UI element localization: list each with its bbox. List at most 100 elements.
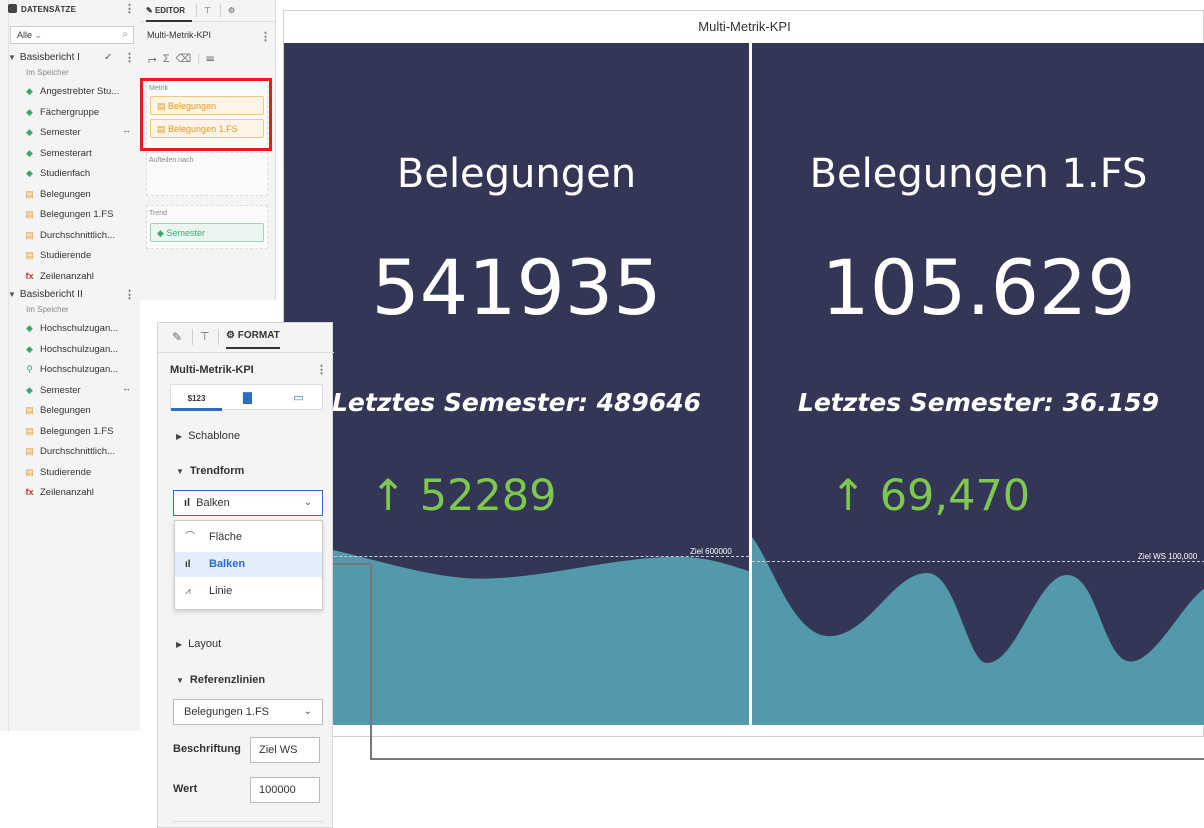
- editor-menu-icon[interactable]: ⋮: [260, 30, 271, 43]
- measure-icon: ▤: [25, 209, 34, 219]
- datasets-menu-icon[interactable]: ⋮: [124, 2, 135, 15]
- kpi-trend-delta: ↑ 69,470: [830, 471, 1031, 521]
- tab-format[interactable]: ⚙: [228, 0, 242, 22]
- dataset-filter-select[interactable]: Alle ⌄ ⌕: [10, 26, 134, 44]
- dataset-field[interactable]: ▤ Studierende: [24, 248, 91, 262]
- option-linie[interactable]: ⩘ Linie: [175, 579, 322, 604]
- search-icon[interactable]: ⌕: [122, 29, 128, 40]
- dimension-icon: ◆: [157, 228, 164, 238]
- chevron-right-icon: ▶: [176, 640, 183, 649]
- bar-chart-icon: ıl: [185, 559, 191, 570]
- dataset-field-label: Durchschnittlich...: [40, 446, 115, 457]
- format-tabs: ✎ ⊤ ⚙ FORMAT: [158, 323, 334, 353]
- dataset-field[interactable]: ◆ Hochschulzugan...: [24, 342, 118, 356]
- dataset-field[interactable]: fx Zeilenanzahl: [24, 485, 93, 499]
- chevron-down-icon: ▼: [176, 676, 184, 685]
- dataset-field[interactable]: ◆ Fächergruppe: [24, 105, 99, 119]
- dataset-field-label: Hochschulzugan...: [40, 364, 119, 375]
- filter-icon[interactable]: ⊤: [200, 330, 210, 343]
- dataset-field[interactable]: ◆ Hochschulzugan...: [24, 321, 118, 335]
- section-layout[interactable]: ▶ Layout: [176, 638, 221, 650]
- pencil-icon[interactable]: ✎: [172, 330, 182, 344]
- dataset-field[interactable]: ▤ Belegungen 1.FS: [24, 207, 113, 221]
- option-label: Balken: [209, 558, 246, 570]
- number-format-icon[interactable]: $123: [171, 385, 222, 411]
- format-visual-title: Multi-Metrik-KPI: [170, 364, 254, 376]
- dataset-field-label: Belegungen: [40, 188, 91, 200]
- tab-separator: [218, 329, 219, 345]
- dataset-field[interactable]: ▤ Durchschnittlich...: [24, 444, 115, 458]
- reference-line: [284, 556, 749, 557]
- dataset-filter-value: Alle: [17, 30, 33, 40]
- option-label: Linie: [209, 585, 233, 597]
- section-schablone[interactable]: ▶ Schablone: [176, 430, 240, 442]
- dataset-field[interactable]: ▤ Belegungen 1.FS: [24, 424, 113, 438]
- frame-icon[interactable]: ▭: [273, 385, 324, 411]
- gear-icon: ⚙: [228, 6, 236, 15]
- hierarchy-icon[interactable]: ↔: [122, 125, 131, 135]
- check-icon[interactable]: ✓: [104, 52, 112, 63]
- dataset-field[interactable]: ⚲ Hochschulzugan...: [24, 362, 118, 376]
- section-referenzlinien[interactable]: ▼ Referenzlinien: [176, 674, 265, 686]
- caption-input[interactable]: Ziel WS: [250, 737, 320, 763]
- dataset-field[interactable]: ◆ Studienfach: [24, 166, 90, 180]
- dataset-field[interactable]: fx Zeilenanzahl: [24, 269, 94, 283]
- eraser-icon[interactable]: ⌫: [176, 53, 198, 65]
- trend-shape-select[interactable]: ıl Balken ⌄: [173, 490, 323, 516]
- datasets-header: DATENSÄTZE: [8, 4, 76, 14]
- hierarchy-icon[interactable]: ↔: [122, 383, 131, 393]
- database-icon: [8, 4, 17, 13]
- dataset-field-label: Angestrebter Stu...: [40, 86, 120, 97]
- kpi-value: 541935: [371, 243, 662, 332]
- dataset-field-label: Zeilenanzahl: [40, 270, 94, 282]
- dataset-field-label: Semester: [40, 127, 81, 138]
- dataset-group[interactable]: ▼ Basisbericht I: [8, 52, 80, 63]
- option-flaeche[interactable]: ⌒ Fläche: [175, 525, 322, 550]
- formula-icon: fx: [25, 487, 34, 497]
- dataset-field[interactable]: ▤ Studierende: [24, 465, 91, 479]
- dataset-field-label: Semester: [40, 384, 81, 396]
- tab-editor[interactable]: ✎ EDITOR: [146, 0, 192, 22]
- dataset-field-label: Semesterart: [40, 147, 92, 159]
- chart-icon[interactable]: ▇: [222, 385, 273, 411]
- dataset-field[interactable]: ◆ Angestrebter Stu...: [24, 84, 119, 98]
- dataset-field-label: Studierende: [40, 466, 92, 478]
- tab-filter[interactable]: ⊤: [204, 0, 218, 22]
- tab-separator: [192, 329, 193, 345]
- editor-tabs: ✎ EDITOR ⊤ ⚙: [140, 0, 276, 22]
- dataset-field[interactable]: ▤ Belegungen: [24, 187, 91, 201]
- value-input[interactable]: 100000: [250, 777, 320, 803]
- toolbar-separator: |: [197, 53, 207, 65]
- dimension-icon: ◆: [26, 127, 33, 137]
- swap-axes-icon[interactable]: ⮣: [148, 53, 163, 65]
- measure-icon: ▤: [25, 405, 34, 415]
- callout-line: [370, 563, 1204, 760]
- dataset-group[interactable]: ▼ Basisbericht II: [8, 289, 83, 300]
- dimension-icon: ◆: [26, 343, 33, 354]
- chevron-down-icon: ▼: [176, 467, 184, 476]
- reference-line-select[interactable]: Belegungen 1.FS ⌄: [173, 699, 323, 725]
- tab-format-active[interactable]: ⚙ FORMAT: [226, 330, 280, 349]
- sigma-icon[interactable]: Σ: [163, 53, 176, 65]
- kpi-value: 105.629: [821, 243, 1136, 332]
- dataset-field[interactable]: ◆ Semester: [24, 383, 81, 397]
- dataset-field[interactable]: ▤ Belegungen: [24, 403, 90, 417]
- dataset-field[interactable]: ◆ Semesterart: [24, 146, 92, 160]
- dataset-storage-label: Im Speicher: [26, 305, 69, 314]
- chevron-down-icon: ⌄: [303, 497, 312, 508]
- format-menu-icon[interactable]: ⋮: [316, 363, 327, 376]
- option-balken[interactable]: ıl Balken: [175, 552, 322, 577]
- visual-title: Multi-Metrik-KPI: [698, 19, 791, 34]
- trend-chip[interactable]: ◆ Semester: [150, 223, 264, 242]
- measure-icon: ▤: [25, 250, 34, 260]
- reference-line: [752, 561, 1204, 562]
- dataset-field-label: Studienfach: [40, 168, 91, 179]
- dataset-menu-icon[interactable]: ⋮: [124, 51, 135, 64]
- dataset-field[interactable]: ◆ Semester: [24, 125, 81, 139]
- pencil-icon: ✎: [146, 6, 153, 15]
- section-trendform[interactable]: ▼ Trendform: [176, 465, 244, 477]
- format-icon-bar: $123 ▇ ▭: [170, 384, 324, 411]
- dataset-menu-icon[interactable]: ⋮: [124, 288, 135, 301]
- dataset-field[interactable]: ▤ Durchschnittlich...: [24, 228, 115, 242]
- settings-sliders-icon[interactable]: ☰: [206, 53, 220, 65]
